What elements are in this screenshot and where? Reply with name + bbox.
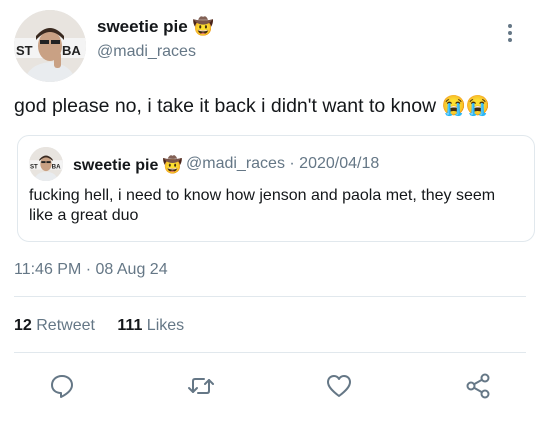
- reply-button[interactable]: [46, 370, 78, 402]
- tweet-timestamp[interactable]: 11:46 PM · 08 Aug 24: [14, 261, 168, 279]
- retweet-icon: [188, 378, 214, 394]
- avatar-image: ST BA: [14, 10, 86, 82]
- avatar-image: ST BA: [29, 147, 63, 181]
- crying-emoji: 😭😭: [441, 95, 491, 117]
- author-avatar[interactable]: ST BA: [14, 10, 86, 82]
- author-handle[interactable]: @madi_races: [97, 43, 196, 61]
- quoted-author-avatar: ST BA: [29, 147, 63, 181]
- retweet-button[interactable]: [185, 370, 217, 402]
- svg-text:ST: ST: [16, 43, 33, 58]
- author-display-name[interactable]: sweetie pie 🤠: [97, 17, 214, 37]
- svg-text:BA: BA: [52, 163, 61, 170]
- more-options-icon[interactable]: [505, 24, 515, 46]
- like-button[interactable]: [323, 370, 355, 402]
- quoted-tweet-text: fucking hell, i need to know how jenson …: [29, 187, 496, 224]
- quoted-handle-date: @madi_races · 2020/04/18: [186, 155, 380, 172]
- cowboy-emoji: 🤠: [192, 17, 214, 36]
- engagement-stats: 12 Retweet 111 Likes: [14, 317, 202, 335]
- divider: [14, 296, 526, 297]
- tweet-text: god please no, i take it back i didn't w…: [14, 95, 491, 117]
- quoted-tweet-card[interactable]: ST BA sweetie pie 🤠 @madi_races · 2020/0…: [17, 135, 535, 242]
- action-bar: [0, 370, 540, 406]
- quoted-display-name: sweetie pie 🤠: [73, 157, 183, 174]
- svg-text:BA: BA: [62, 43, 81, 58]
- svg-text:ST: ST: [30, 163, 38, 170]
- reply-icon: [51, 375, 73, 398]
- divider: [14, 352, 526, 353]
- share-icon: [466, 373, 490, 399]
- likes-count[interactable]: 111 Likes: [117, 317, 184, 335]
- share-button[interactable]: [462, 370, 494, 402]
- retweet-count[interactable]: 12 Retweet: [14, 317, 95, 335]
- cowboy-emoji: 🤠: [162, 157, 183, 174]
- like-icon: [327, 375, 351, 397]
